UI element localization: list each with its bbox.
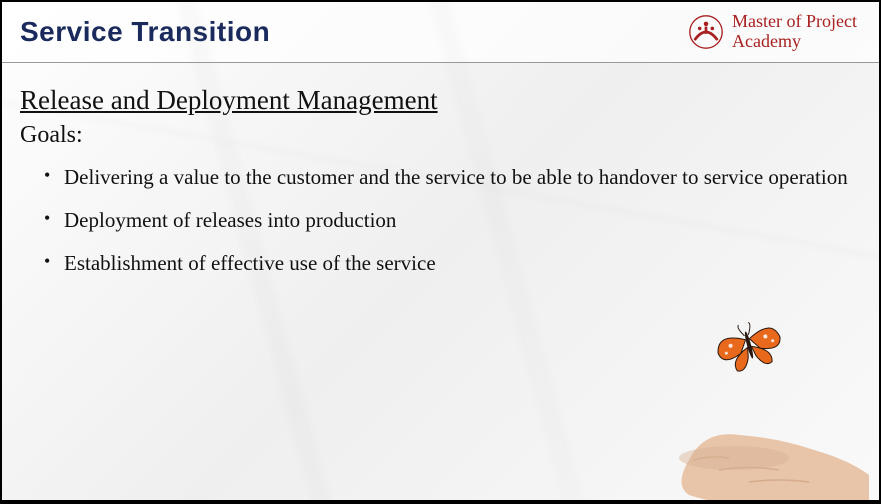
list-item: Delivering a value to the customer and t… xyxy=(44,165,861,190)
slide-header: Service Transition Master of Project Aca… xyxy=(2,2,879,63)
section-title: Release and Deployment Management xyxy=(20,85,861,116)
brand: Master of Project Academy xyxy=(688,12,857,52)
brand-logo-icon xyxy=(688,14,724,50)
brand-line2: Academy xyxy=(732,32,857,52)
butterfly-icon xyxy=(712,315,785,375)
goals-label: Goals: xyxy=(20,122,861,149)
slide-content: Release and Deployment Management Goals:… xyxy=(2,63,879,276)
brand-line1: Master of Project xyxy=(732,12,857,32)
brand-text: Master of Project Academy xyxy=(732,12,857,52)
list-item: Deployment of releases into production xyxy=(44,208,861,233)
header-title: Service Transition xyxy=(20,16,270,48)
decorative-image xyxy=(619,310,879,500)
list-item: Establishment of effective use of the se… xyxy=(44,251,861,276)
slide: Service Transition Master of Project Aca… xyxy=(2,2,879,500)
bullet-list: Delivering a value to the customer and t… xyxy=(20,165,861,276)
hand-icon xyxy=(679,434,869,500)
